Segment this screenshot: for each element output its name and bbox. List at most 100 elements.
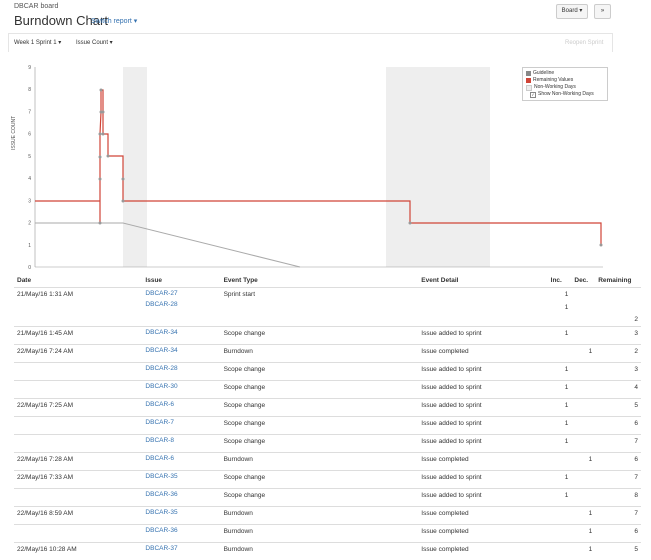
data-point[interactable] — [102, 111, 105, 114]
legend-item-remaining[interactable]: Remaining Values — [526, 77, 604, 84]
issue-link[interactable]: DBCAR-6 — [145, 454, 217, 464]
column-header-dec[interactable]: Dec. — [571, 275, 595, 288]
table-row: 22/May/16 7:24 AMDBCAR-34BurndownIssue c… — [14, 345, 641, 363]
event-type: Scope change — [221, 471, 419, 489]
event-type: Sprint start — [221, 288, 419, 327]
legend-item-non-working[interactable]: Non-Working Days — [526, 84, 604, 91]
column-header-inc[interactable]: Inc. — [548, 275, 572, 288]
remaining-values-series — [35, 90, 601, 245]
data-point[interactable] — [99, 222, 102, 225]
event-dec: 1 — [571, 453, 595, 471]
event-issue: DBCAR-6 — [142, 399, 220, 417]
show-non-working-days-toggle[interactable]: ✓ Show Non-Working Days — [526, 91, 604, 98]
event-date — [14, 363, 142, 381]
event-detail: Issue completed — [418, 453, 547, 471]
chart-legend: Guideline Remaining Values Non-Working D… — [522, 67, 608, 101]
event-inc — [548, 543, 572, 560]
non-working-band — [123, 67, 147, 267]
column-header-issue[interactable]: Issue — [142, 275, 220, 288]
event-detail: Issue added to sprint — [418, 435, 547, 453]
issue-link[interactable]: DBCAR-28 — [145, 300, 217, 310]
event-date: 21/May/16 1:45 AM — [14, 327, 142, 345]
y-tick-label: 5 — [28, 154, 31, 160]
event-dec: 1 — [571, 525, 595, 543]
issue-link[interactable]: DBCAR-8 — [145, 436, 217, 446]
column-header-event-type[interactable]: Event Type — [221, 275, 419, 288]
issue-link[interactable]: DBCAR-7 — [145, 418, 217, 428]
table-row: 22/May/16 7:25 AMDBCAR-6Scope changeIssu… — [14, 399, 641, 417]
event-issue: DBCAR-36 — [142, 525, 220, 543]
column-header-event-detail[interactable]: Event Detail — [418, 275, 547, 288]
legend-label: Guideline — [533, 70, 554, 77]
data-point[interactable] — [102, 133, 105, 136]
event-detail: Issue added to sprint — [418, 417, 547, 435]
data-point[interactable] — [99, 178, 102, 181]
data-point[interactable] — [99, 156, 102, 159]
issue-link[interactable]: DBCAR-28 — [145, 364, 217, 374]
event-remaining: 6 — [595, 453, 641, 471]
event-dec: 1 — [571, 345, 595, 363]
reopen-sprint-button: Reopen Sprint — [565, 40, 603, 46]
event-issue: DBCAR-6 — [142, 453, 220, 471]
data-point[interactable] — [100, 89, 103, 92]
y-tick-label: 0 — [28, 265, 31, 271]
y-tick-label: 3 — [28, 198, 31, 204]
event-remaining: 6 — [595, 525, 641, 543]
event-inc: 1 1 — [548, 288, 572, 327]
issue-link[interactable]: DBCAR-35 — [145, 508, 217, 518]
event-inc — [548, 345, 572, 363]
issue-link[interactable]: DBCAR-6 — [145, 400, 217, 410]
data-point[interactable] — [122, 200, 125, 203]
sprint-select[interactable]: Week 1 Sprint 1 ▾ — [14, 39, 61, 46]
event-dec: 1 — [571, 543, 595, 560]
estimation-select[interactable]: Issue Count ▾ — [76, 39, 113, 46]
issue-link[interactable]: DBCAR-34 — [145, 328, 217, 338]
data-point[interactable] — [99, 133, 102, 136]
column-header-date[interactable]: Date — [14, 275, 142, 288]
issue-link[interactable]: DBCAR-36 — [145, 490, 217, 500]
event-remaining: 8 — [595, 489, 641, 507]
data-point[interactable] — [409, 222, 412, 225]
column-header-remaining[interactable]: Remaining — [595, 275, 641, 288]
guideline-series — [35, 223, 300, 267]
issue-link[interactable]: DBCAR-30 — [145, 382, 217, 392]
table-header-row: Date Issue Event Type Event Detail Inc. … — [14, 275, 641, 288]
issue-link[interactable]: DBCAR-37 — [145, 544, 217, 554]
event-date — [14, 489, 142, 507]
data-point[interactable] — [122, 178, 125, 181]
issue-link[interactable]: DBCAR-35 — [145, 472, 217, 482]
checkbox-checked-icon[interactable]: ✓ — [530, 92, 536, 98]
event-inc: 1 — [548, 327, 572, 345]
event-type: Scope change — [221, 435, 419, 453]
event-remaining: 5 — [595, 399, 641, 417]
event-type: Burndown — [221, 525, 419, 543]
switch-report-link[interactable]: Switch report ▾ — [91, 17, 137, 25]
event-remaining: 7 — [595, 507, 641, 525]
event-detail: Issue added to sprint — [418, 327, 547, 345]
legend-item-guideline[interactable]: Guideline — [526, 70, 604, 77]
event-issue: DBCAR-7 — [142, 417, 220, 435]
event-detail: Issue completed — [418, 525, 547, 543]
data-point[interactable] — [600, 244, 603, 247]
event-inc: 1 — [548, 417, 572, 435]
board-button[interactable]: Board ▾ — [556, 4, 588, 19]
data-point[interactable] — [107, 155, 110, 158]
legend-label: Non-Working Days — [534, 84, 576, 91]
y-axis-ticks: 0123456789 — [28, 65, 31, 271]
y-tick-label: 9 — [28, 65, 31, 71]
event-issue: DBCAR-35 — [142, 507, 220, 525]
breadcrumb[interactable]: DBCAR board — [14, 3, 58, 10]
non-working-band — [386, 67, 490, 267]
issue-link[interactable]: DBCAR-27 — [145, 289, 217, 299]
event-remaining: 2 — [595, 288, 641, 327]
sprint-events-table: Date Issue Event Type Event Detail Inc. … — [14, 275, 641, 560]
table-row: 22/May/16 7:28 AMDBCAR-6BurndownIssue co… — [14, 453, 641, 471]
table-row: 21/May/16 1:45 AMDBCAR-34Scope changeIss… — [14, 327, 641, 345]
legend-label: Remaining Values — [533, 77, 573, 84]
issue-link[interactable]: DBCAR-34 — [145, 346, 217, 356]
more-button[interactable]: » — [594, 4, 611, 19]
event-detail: Issue added to sprint — [418, 363, 547, 381]
event-detail: Issue completed — [418, 345, 547, 363]
issue-link[interactable]: DBCAR-36 — [145, 526, 217, 536]
event-inc: 1 — [548, 381, 572, 399]
